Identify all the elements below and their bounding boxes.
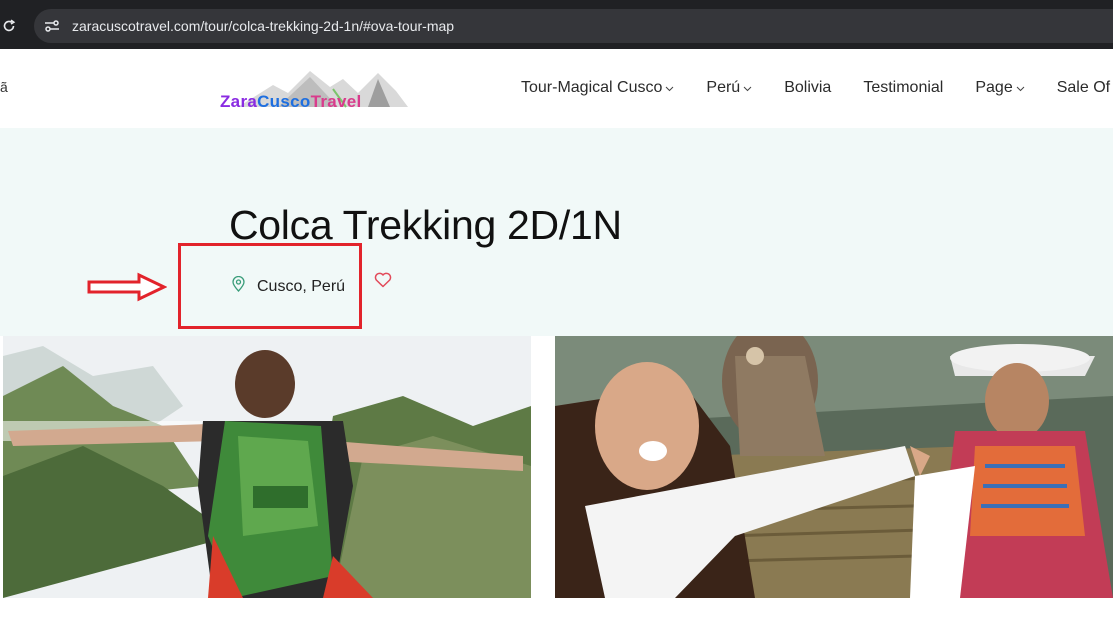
site-info-icon[interactable] <box>42 16 62 36</box>
main-nav: Tour-Magical Cusco Perú Bolivia Testimon… <box>521 79 1113 97</box>
hiker-photo-illustration <box>3 336 531 598</box>
nav-item-label: Page <box>975 79 1013 96</box>
tour-hero: Colca Trekking 2D/1N Cusco, Perú <box>0 128 1113 336</box>
annotation-arrow-icon <box>87 272 168 302</box>
nav-item-tour-magical-cusco[interactable]: Tour-Magical Cusco <box>521 79 674 97</box>
browser-toolbar: zaracuscotravel.com/tour/colca-trekking-… <box>0 0 1113 49</box>
gallery-image-eagle[interactable] <box>555 336 1113 598</box>
nav-item-peru[interactable]: Perú <box>706 79 752 97</box>
nav-item-page[interactable]: Page <box>975 79 1025 97</box>
logo-text-cusco: Cusco <box>257 92 311 111</box>
chevron-down-icon <box>665 79 674 97</box>
site-logo[interactable]: ZaraCuscoTravel <box>218 67 413 115</box>
logo-text-zara: Zara <box>220 92 258 111</box>
site-header: ã ZaraCuscoTravel Tour-Magical Cusco Per… <box>0 49 1113 128</box>
address-bar[interactable]: zaracuscotravel.com/tour/colca-trekking-… <box>34 9 1113 43</box>
nav-item-label: Testimonial <box>863 79 944 96</box>
gallery-image-hiker[interactable] <box>3 336 531 598</box>
chevron-down-icon <box>1016 79 1025 97</box>
chevron-down-icon <box>743 79 752 97</box>
header-edge-glyph: ã <box>0 79 8 95</box>
nav-item-label: Bolivia <box>784 79 832 96</box>
eagle-photo-illustration <box>555 336 1113 598</box>
nav-item-bolivia[interactable]: Bolivia <box>784 79 831 97</box>
logo-text: ZaraCuscoTravel <box>220 92 362 112</box>
wishlist-heart-icon[interactable] <box>374 272 392 290</box>
annotation-highlight-box <box>178 243 362 329</box>
url-text[interactable]: zaracuscotravel.com/tour/colca-trekking-… <box>72 18 454 34</box>
nav-item-label: Perú <box>706 79 741 96</box>
logo-text-travel: Travel <box>310 92 362 111</box>
reload-icon[interactable] <box>0 15 18 37</box>
nav-item-sale-of[interactable]: Sale Of <box>1057 79 1110 97</box>
nav-item-label: Tour-Magical Cusco <box>521 79 663 96</box>
page-title: Colca Trekking 2D/1N <box>229 202 622 248</box>
nav-item-label: Sale Of <box>1056 79 1111 96</box>
nav-item-testimonial[interactable]: Testimonial <box>863 79 943 97</box>
